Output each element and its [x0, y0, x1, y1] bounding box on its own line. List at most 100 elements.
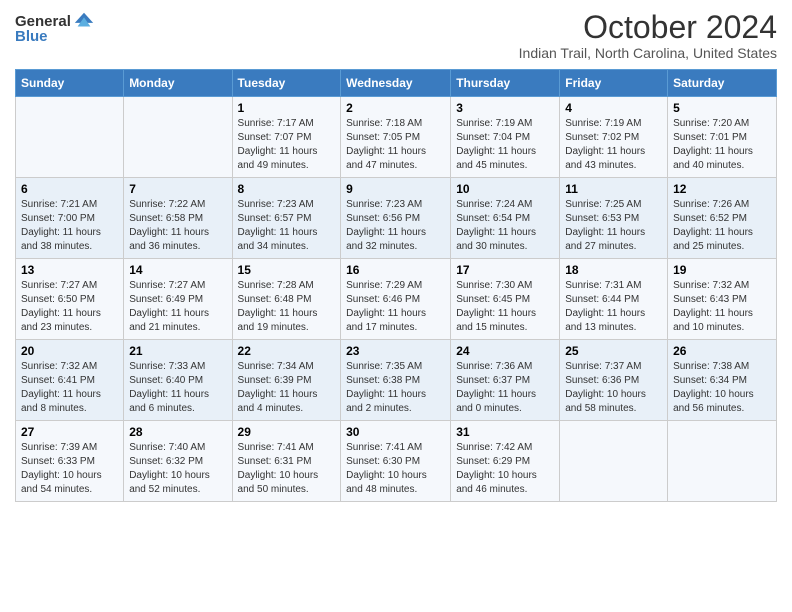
day-info: Sunrise: 7:19 AM Sunset: 7:04 PM Dayligh…	[456, 117, 554, 173]
day-number: 10	[456, 182, 554, 196]
calendar-cell: 11Sunrise: 7:25 AM Sunset: 6:53 PM Dayli…	[560, 178, 668, 259]
calendar-body: 1Sunrise: 7:17 AM Sunset: 7:07 PM Daylig…	[16, 97, 777, 502]
calendar-cell: 27 Sunrise: 7:39 AM Sunset: 6:33 PM Dayli…	[16, 421, 124, 502]
day-number: 20	[21, 344, 118, 358]
calendar-cell: 24 Sunrise: 7:36 AM Sunset: 6:37 PM Dayli…	[451, 340, 560, 421]
day-info: Sunrise: 7:34 AM Sunset: 6:39 PM Dayligh…	[238, 360, 336, 416]
calendar-cell: 7 Sunrise: 7:22 AM Sunset: 6:58 PM Daylig…	[124, 178, 232, 259]
calendar-week-row: 20 Sunrise: 7:32 AM Sunset: 6:41 PM Dayli…	[16, 340, 777, 421]
calendar-week-row: 1Sunrise: 7:17 AM Sunset: 7:07 PM Daylig…	[16, 97, 777, 178]
calendar-cell: 30 Sunrise: 7:41 AM Sunset: 6:30 PM Dayli…	[341, 421, 451, 502]
calendar-cell: 8 Sunrise: 7:23 AM Sunset: 6:57 PM Daylig…	[232, 178, 341, 259]
day-number: 23	[346, 344, 445, 358]
calendar-cell: 19 Sunrise: 7:32 AM Sunset: 6:43 PM Dayli…	[668, 259, 777, 340]
day-number: 19	[673, 263, 771, 277]
day-number: 27	[21, 425, 118, 439]
day-number: 5	[673, 101, 771, 115]
day-number: 3	[456, 101, 554, 115]
calendar-cell: 3 Sunrise: 7:19 AM Sunset: 7:04 PM Daylig…	[451, 97, 560, 178]
day-number: 2	[346, 101, 445, 115]
day-info: Sunrise: 7:41 AM Sunset: 6:31 PM Dayligh…	[238, 441, 336, 497]
day-info: Sunrise: 7:24 AM Sunset: 6:54 PM Dayligh…	[456, 198, 554, 254]
calendar-cell: 2 Sunrise: 7:18 AM Sunset: 7:05 PM Daylig…	[341, 97, 451, 178]
day-number: 25	[565, 344, 662, 358]
calendar-cell: 26 Sunrise: 7:38 AM Sunset: 6:34 PM Dayli…	[668, 340, 777, 421]
day-number: 28	[129, 425, 226, 439]
day-info: Sunrise: 7:23 AM Sunset: 6:56 PM Dayligh…	[346, 198, 445, 254]
weekday-header-friday: Friday	[560, 70, 668, 97]
day-number: 4	[565, 101, 662, 115]
calendar-cell: 17Sunrise: 7:30 AM Sunset: 6:45 PM Dayli…	[451, 259, 560, 340]
calendar-cell: 22 Sunrise: 7:34 AM Sunset: 6:39 PM Dayli…	[232, 340, 341, 421]
day-number: 26	[673, 344, 771, 358]
logo-icon	[73, 10, 95, 32]
logo: General Blue	[15, 10, 95, 45]
day-info: Sunrise: 7:31 AM Sunset: 6:44 PM Dayligh…	[565, 279, 662, 335]
calendar-cell: 31 Sunrise: 7:42 AM Sunset: 6:29 PM Dayli…	[451, 421, 560, 502]
day-info: Sunrise: 7:32 AM Sunset: 6:41 PM Dayligh…	[21, 360, 118, 416]
day-info: Sunrise: 7:32 AM Sunset: 6:43 PM Dayligh…	[673, 279, 771, 335]
weekday-header-tuesday: Tuesday	[232, 70, 341, 97]
weekday-header-monday: Monday	[124, 70, 232, 97]
day-number: 7	[129, 182, 226, 196]
day-info: Sunrise: 7:27 AM Sunset: 6:50 PM Dayligh…	[21, 279, 118, 335]
day-number: 14	[129, 263, 226, 277]
calendar-cell: 18Sunrise: 7:31 AM Sunset: 6:44 PM Dayli…	[560, 259, 668, 340]
day-number: 9	[346, 182, 445, 196]
day-info: Sunrise: 7:37 AM Sunset: 6:36 PM Dayligh…	[565, 360, 662, 416]
day-number: 13	[21, 263, 118, 277]
calendar-cell	[560, 421, 668, 502]
day-number: 8	[238, 182, 336, 196]
day-number: 22	[238, 344, 336, 358]
day-number: 12	[673, 182, 771, 196]
calendar-cell: 29Sunrise: 7:41 AM Sunset: 6:31 PM Dayli…	[232, 421, 341, 502]
calendar-cell: 12 Sunrise: 7:26 AM Sunset: 6:52 PM Dayli…	[668, 178, 777, 259]
day-info: Sunrise: 7:35 AM Sunset: 6:38 PM Dayligh…	[346, 360, 445, 416]
day-number: 16	[346, 263, 445, 277]
calendar-cell: 15Sunrise: 7:28 AM Sunset: 6:48 PM Dayli…	[232, 259, 341, 340]
calendar-subtitle: Indian Trail, North Carolina, United Sta…	[519, 45, 777, 61]
calendar-cell	[668, 421, 777, 502]
calendar-week-row: 27 Sunrise: 7:39 AM Sunset: 6:33 PM Dayli…	[16, 421, 777, 502]
logo-text-blue: Blue	[15, 28, 48, 45]
day-number: 17	[456, 263, 554, 277]
day-info: Sunrise: 7:19 AM Sunset: 7:02 PM Dayligh…	[565, 117, 662, 173]
day-info: Sunrise: 7:21 AM Sunset: 7:00 PM Dayligh…	[21, 198, 118, 254]
weekday-header-wednesday: Wednesday	[341, 70, 451, 97]
day-info: Sunrise: 7:33 AM Sunset: 6:40 PM Dayligh…	[129, 360, 226, 416]
day-info: Sunrise: 7:36 AM Sunset: 6:37 PM Dayligh…	[456, 360, 554, 416]
day-number: 30	[346, 425, 445, 439]
day-info: Sunrise: 7:22 AM Sunset: 6:58 PM Dayligh…	[129, 198, 226, 254]
day-info: Sunrise: 7:23 AM Sunset: 6:57 PM Dayligh…	[238, 198, 336, 254]
day-info: Sunrise: 7:42 AM Sunset: 6:29 PM Dayligh…	[456, 441, 554, 497]
calendar-week-row: 13 Sunrise: 7:27 AM Sunset: 6:50 PM Dayli…	[16, 259, 777, 340]
day-info: Sunrise: 7:26 AM Sunset: 6:52 PM Dayligh…	[673, 198, 771, 254]
day-info: Sunrise: 7:41 AM Sunset: 6:30 PM Dayligh…	[346, 441, 445, 497]
calendar-cell: 13 Sunrise: 7:27 AM Sunset: 6:50 PM Dayli…	[16, 259, 124, 340]
day-info: Sunrise: 7:38 AM Sunset: 6:34 PM Dayligh…	[673, 360, 771, 416]
calendar-header: SundayMondayTuesdayWednesdayThursdayFrid…	[16, 70, 777, 97]
day-info: Sunrise: 7:29 AM Sunset: 6:46 PM Dayligh…	[346, 279, 445, 335]
day-info: Sunrise: 7:39 AM Sunset: 6:33 PM Dayligh…	[21, 441, 118, 497]
calendar-title: October 2024	[519, 10, 777, 45]
day-number: 6	[21, 182, 118, 196]
weekday-header-sunday: Sunday	[16, 70, 124, 97]
calendar-cell: 16 Sunrise: 7:29 AM Sunset: 6:46 PM Dayli…	[341, 259, 451, 340]
day-number: 24	[456, 344, 554, 358]
day-number: 11	[565, 182, 662, 196]
weekday-header-saturday: Saturday	[668, 70, 777, 97]
calendar-cell: 1Sunrise: 7:17 AM Sunset: 7:07 PM Daylig…	[232, 97, 341, 178]
calendar-table: SundayMondayTuesdayWednesdayThursdayFrid…	[15, 69, 777, 502]
title-section: October 2024 Indian Trail, North Carolin…	[519, 10, 777, 61]
calendar-cell: 25 Sunrise: 7:37 AM Sunset: 6:36 PM Dayli…	[560, 340, 668, 421]
day-info: Sunrise: 7:18 AM Sunset: 7:05 PM Dayligh…	[346, 117, 445, 173]
day-number: 21	[129, 344, 226, 358]
weekday-header-thursday: Thursday	[451, 70, 560, 97]
logo-text-general: General	[15, 13, 71, 30]
calendar-cell: 20 Sunrise: 7:32 AM Sunset: 6:41 PM Dayli…	[16, 340, 124, 421]
page-header: General Blue October 2024 Indian Trail, …	[15, 10, 777, 61]
calendar-cell: 10 Sunrise: 7:24 AM Sunset: 6:54 PM Dayli…	[451, 178, 560, 259]
day-number: 15	[238, 263, 336, 277]
day-number: 31	[456, 425, 554, 439]
calendar-cell: 21 Sunrise: 7:33 AM Sunset: 6:40 PM Dayli…	[124, 340, 232, 421]
